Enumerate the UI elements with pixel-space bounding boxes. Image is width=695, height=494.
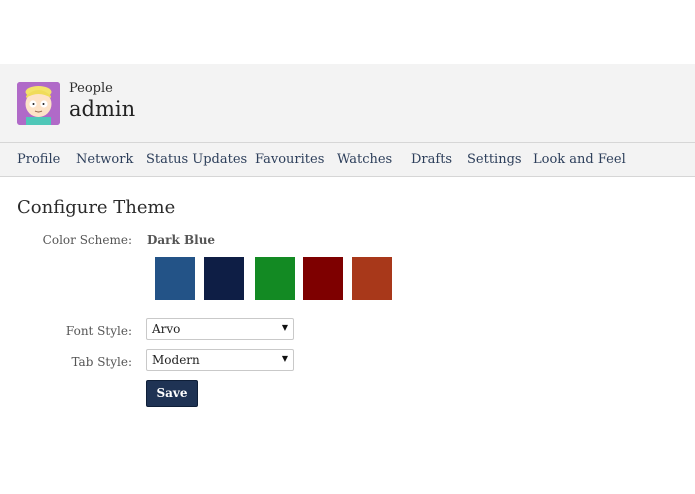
- tab-profile[interactable]: Profile: [17, 152, 60, 167]
- tab-look-and-feel[interactable]: Look and Feel: [533, 152, 626, 167]
- breadcrumb[interactable]: People: [69, 81, 113, 96]
- save-button[interactable]: Save: [146, 380, 198, 407]
- chevron-down-icon: ▼: [281, 354, 288, 363]
- color-swatch-navy[interactable]: [204, 257, 244, 300]
- tab-status-updates[interactable]: Status Updates: [146, 152, 247, 167]
- color-swatch-dark-blue-light[interactable]: [155, 257, 195, 300]
- tab-favourites[interactable]: Favourites: [255, 152, 324, 167]
- color-scheme-selected: Dark Blue: [147, 233, 216, 247]
- avatar-image: [17, 82, 60, 125]
- tab-drafts[interactable]: Drafts: [411, 152, 452, 167]
- tab-style-select[interactable]: Modern ▼: [146, 349, 294, 371]
- color-swatch-rust[interactable]: [352, 257, 392, 300]
- color-swatch-maroon[interactable]: [303, 257, 343, 300]
- tab-settings[interactable]: Settings: [467, 152, 522, 167]
- font-style-select[interactable]: Arvo ▼: [146, 318, 294, 340]
- tab-style-label: Tab Style:: [71, 355, 132, 369]
- section-heading: Configure Theme: [17, 197, 176, 218]
- font-style-value: Arvo: [152, 322, 181, 336]
- page-title: admin: [69, 97, 136, 121]
- font-style-label: Font Style:: [65, 324, 132, 338]
- color-scheme-label: Color Scheme:: [42, 233, 132, 247]
- profile-nav: Profile Network Status Updates Favourite…: [0, 142, 695, 177]
- tab-watches[interactable]: Watches: [337, 152, 392, 167]
- profile-header: People admin: [0, 64, 695, 142]
- avatar[interactable]: [17, 82, 60, 125]
- tab-style-value: Modern: [152, 353, 200, 367]
- tab-network[interactable]: Network: [76, 152, 133, 167]
- color-swatch-green[interactable]: [255, 257, 295, 300]
- chevron-down-icon: ▼: [281, 323, 288, 332]
